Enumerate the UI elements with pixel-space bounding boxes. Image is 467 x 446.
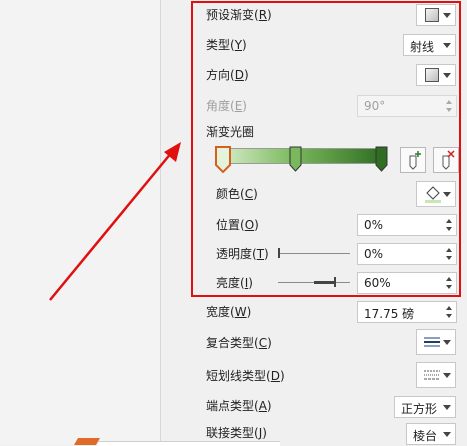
line-width-value: 17.75 磅	[364, 307, 415, 321]
orange-shape	[73, 438, 101, 445]
cap-type-value: 正方形	[401, 402, 438, 416]
line-width-spinner[interactable]: 17.75 磅	[357, 301, 457, 323]
compound-type-dropdown[interactable]	[416, 329, 456, 355]
cap-type-dropdown[interactable]: 正方形	[394, 396, 456, 418]
compound-type-label: 复合类型(C)	[206, 336, 272, 350]
highlight-box	[191, 1, 461, 297]
join-type-dropdown[interactable]: 棱台	[406, 423, 456, 445]
compound-lines-icon	[424, 337, 440, 347]
chevron-down-icon	[443, 373, 451, 378]
chevron-down-icon	[443, 340, 451, 345]
tooltip-edge	[98, 441, 280, 446]
dash-lines-icon	[424, 370, 440, 380]
dash-type-label: 短划线类型(D)	[206, 369, 285, 383]
dash-type-dropdown[interactable]	[416, 362, 456, 388]
cap-type-label: 端点类型(A)	[206, 399, 272, 413]
join-type-label: 联接类型(J)	[206, 426, 267, 440]
line-width-label: 宽度(W)	[206, 305, 252, 319]
chevron-down-icon	[443, 432, 451, 437]
chevron-down-icon	[443, 405, 451, 410]
join-type-value: 棱台	[413, 429, 438, 443]
